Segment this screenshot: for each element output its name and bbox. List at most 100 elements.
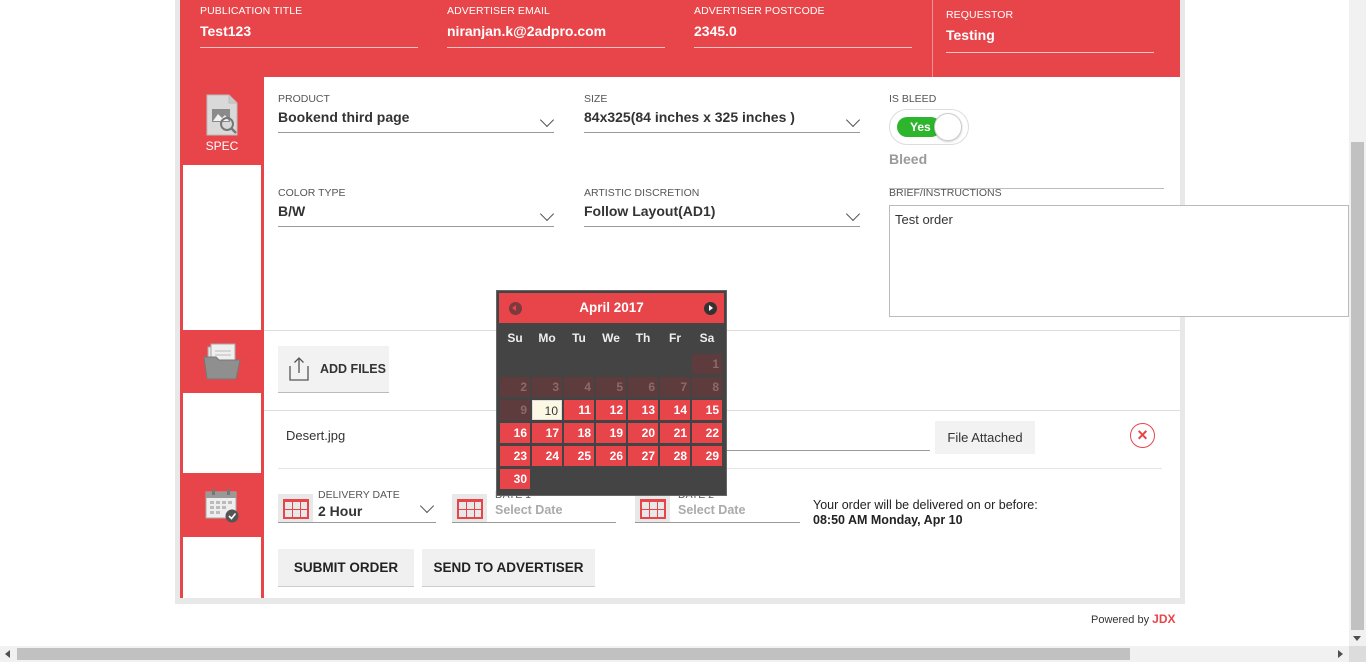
delivery-rail-spacer (183, 537, 261, 598)
color-type-select[interactable]: B/W (278, 203, 555, 227)
delivery-date-calendar-icon[interactable] (278, 494, 313, 523)
order-header: PUBLICATION TITLE Test123 ADVERTISER EMA… (180, 0, 1180, 77)
calendar-day[interactable]: 21 (660, 423, 690, 443)
size-label: SIZE (584, 93, 608, 105)
powered-by: Powered by JDX (1091, 612, 1176, 626)
calendar-day[interactable]: 18 (564, 423, 594, 443)
calendar-day[interactable]: 15 (692, 400, 722, 420)
product-select[interactable]: Bookend third page (278, 109, 555, 133)
spec-tab[interactable]: SPEC (182, 83, 262, 163)
scroll-down-icon[interactable] (1353, 636, 1361, 641)
files-tab[interactable] (182, 333, 262, 391)
vertical-scrollbar-thumb[interactable] (1351, 142, 1364, 630)
calendar-day[interactable]: 23 (500, 446, 530, 466)
advertiser-email-label: ADVERTISER EMAIL (447, 5, 550, 17)
brief-textarea[interactable]: Test order (889, 205, 1349, 317)
attached-file-name: Desert.jpg (286, 428, 346, 443)
calendar-day[interactable]: 29 (692, 446, 722, 466)
weekday-header: Fr (669, 331, 681, 345)
calendar-day[interactable]: 30 (500, 469, 530, 489)
calendar-grid-icon (282, 498, 309, 519)
chevron-down-icon (539, 206, 555, 222)
advertiser-postcode-label: ADVERTISER POSTCODE (694, 5, 825, 17)
chevron-down-icon (845, 112, 861, 128)
advertiser-email-value: niranjan.k@2adpro.com (447, 23, 607, 39)
color-type-label: COLOR TYPE (278, 187, 346, 199)
calendar-day: 9 (500, 400, 530, 420)
calendar-day[interactable]: 13 (628, 400, 658, 420)
requestor-underline (946, 52, 1154, 53)
brief-label: BRIEF/INSTRUCTIONS (889, 187, 1002, 199)
scroll-right-icon[interactable] (1338, 650, 1343, 658)
weekday-header: We (602, 331, 620, 345)
artistic-discretion-select[interactable]: Follow Layout(AD1) (584, 203, 861, 227)
weekday-header: Tu (572, 331, 586, 345)
product-field[interactable]: PRODUCT Bookend third page (278, 93, 555, 133)
calendar-day[interactable]: 24 (532, 446, 562, 466)
calendar-day: 1 (692, 354, 722, 374)
calendar-day: 8 (692, 377, 722, 397)
send-to-advertiser-button[interactable]: SEND TO ADVERTISER (422, 549, 595, 587)
date-picker-month-title: April 2017 (579, 300, 644, 315)
prev-month-icon[interactable] (509, 302, 522, 315)
remove-file-button[interactable]: × (1130, 423, 1155, 448)
artistic-discretion-field[interactable]: ARTISTIC DISCRETION Follow Layout(AD1) (584, 187, 861, 227)
delivery-date-value[interactable]: 2 Hour (318, 503, 362, 519)
horizontal-scrollbar[interactable] (0, 646, 1366, 662)
size-select[interactable]: 84x325(84 inches x 325 inches ) (584, 109, 861, 133)
requestor-value: Testing (946, 27, 995, 43)
requestor-section: REQUESTOR Testing (932, 0, 1180, 77)
chevron-down-icon (845, 206, 861, 222)
chevron-down-icon[interactable] (419, 498, 435, 514)
date-1-underline (452, 522, 616, 523)
calendar-day[interactable]: 14 (660, 400, 690, 420)
calendar-day[interactable]: 16 (500, 423, 530, 443)
artistic-discretion-label: ARTISTIC DISCRETION (584, 187, 700, 199)
color-type-field[interactable]: COLOR TYPE B/W (278, 187, 555, 227)
advertiser-postcode-value: 2345.0 (694, 23, 737, 39)
calendar-day[interactable]: 19 (596, 423, 626, 443)
advertiser-postcode-underline (694, 47, 912, 48)
date-1-calendar-icon[interactable] (452, 494, 487, 523)
color-type-value: B/W (278, 203, 306, 219)
date-2-calendar-icon[interactable] (635, 494, 670, 523)
calendar-day: 2 (500, 377, 530, 397)
calendar-day[interactable]: 10 (532, 400, 562, 420)
product-value: Bookend third page (278, 109, 410, 125)
vertical-scrollbar[interactable] (1349, 0, 1366, 646)
chevron-down-icon (539, 112, 555, 128)
calendar-day[interactable]: 26 (596, 446, 626, 466)
bleed-toggle-knob[interactable] (934, 113, 962, 141)
calendar-grid-icon (456, 498, 483, 519)
scrollbar-corner (1349, 646, 1366, 662)
file-progress-line (720, 450, 930, 451)
folder-icon (203, 343, 241, 380)
calendar-day: 7 (660, 377, 690, 397)
calendar-check-icon (205, 489, 239, 523)
calendar-day[interactable]: 25 (564, 446, 594, 466)
date-2-input[interactable]: Select Date (678, 503, 745, 517)
file-attached-status: File Attached (935, 421, 1035, 454)
calendar-day[interactable]: 20 (628, 423, 658, 443)
calendar-day[interactable]: 11 (564, 400, 594, 420)
date-1-input[interactable]: Select Date (495, 503, 562, 517)
calendar-day[interactable]: 12 (596, 400, 626, 420)
add-files-button[interactable]: ADD FILES (278, 346, 389, 393)
delivery-tab[interactable] (182, 475, 262, 535)
date-picker-header: April 2017 (499, 293, 724, 323)
publication-title-value: Test123 (200, 23, 252, 39)
calendar-day[interactable]: 28 (660, 446, 690, 466)
horizontal-scrollbar-thumb[interactable] (17, 648, 1130, 660)
submit-order-button[interactable]: SUBMIT ORDER (278, 549, 414, 587)
bleed-toggle[interactable]: Yes (889, 109, 969, 145)
section-rail: SPEC (180, 77, 264, 598)
weekday-header: Mo (538, 331, 556, 345)
size-field[interactable]: SIZE 84x325(84 inches x 325 inches ) (584, 93, 861, 133)
calendar-day[interactable]: 27 (628, 446, 658, 466)
calendar-day[interactable]: 17 (532, 423, 562, 443)
calendar-day: 5 (596, 377, 626, 397)
next-month-icon[interactable] (704, 302, 717, 315)
calendar-day[interactable]: 22 (692, 423, 722, 443)
scroll-left-icon[interactable] (5, 650, 10, 658)
artistic-discretion-value: Follow Layout(AD1) (584, 203, 716, 219)
